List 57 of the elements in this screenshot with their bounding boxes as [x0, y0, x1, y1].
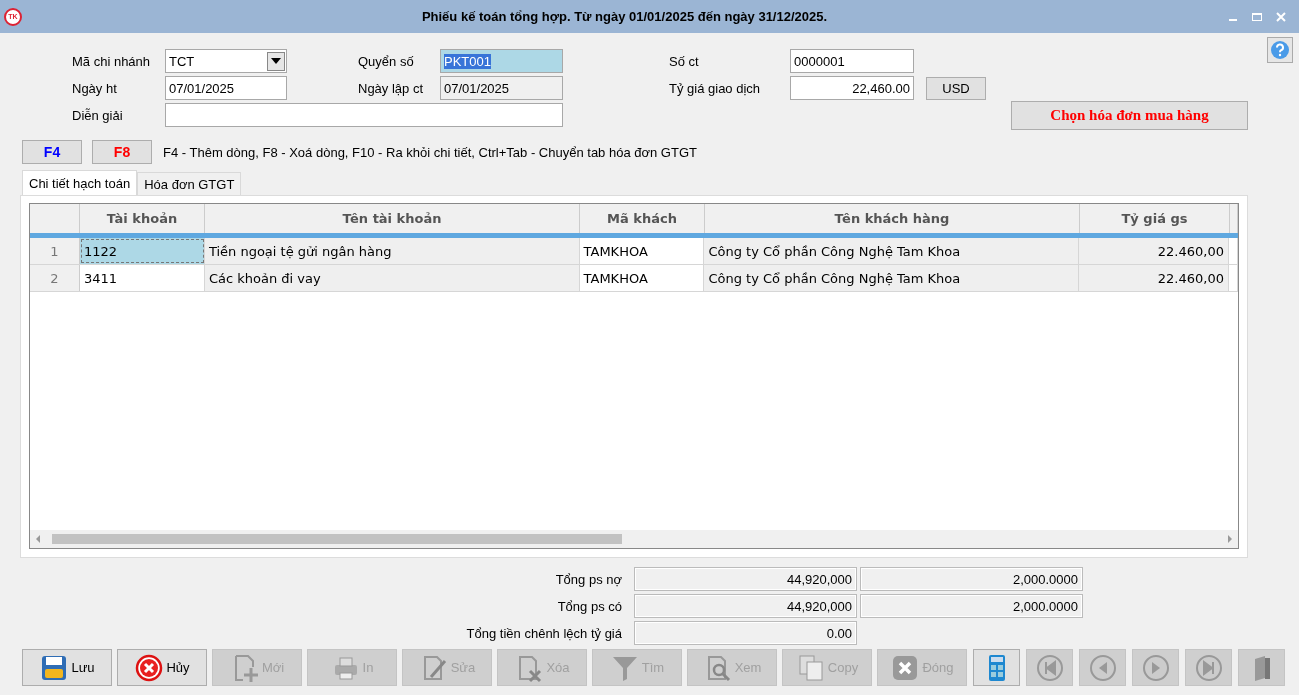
- close-icon[interactable]: [1275, 10, 1287, 23]
- total-label: Tổng ps nợ: [554, 571, 622, 587]
- hotkey-button[interactable]: F4: [22, 140, 82, 164]
- input-field[interactable]: 22,460.00: [790, 76, 914, 100]
- last-record-icon: [1193, 652, 1224, 683]
- cancel-icon: [134, 652, 165, 683]
- input-field[interactable]: 07/01/2025: [440, 76, 563, 100]
- tab[interactable]: Hóa đơn GTGT: [137, 172, 242, 195]
- window-title: Phiếu kế toán tổng hợp. Từ ngày 01/01/2025 đến ngày 31/12/2025.: [420, 9, 829, 24]
- table-cell: Công ty Cổ phần Công Nghệ Tam Khoa: [704, 238, 1080, 264]
- table-cell: Tiền ngoại tệ gửi ngân hàng: [204, 238, 580, 264]
- table-cell: Các khoản đi vay: [204, 265, 580, 291]
- column-header[interactable]: Tỷ giá gs: [1080, 204, 1230, 233]
- field-label: Số ct: [669, 53, 700, 69]
- field-label: Ngày ht: [72, 80, 118, 96]
- total-value: 44,920,000: [634, 594, 857, 618]
- input-field[interactable]: 0000001: [790, 49, 914, 73]
- toolbar-button[interactable]: Lưu: [22, 649, 112, 686]
- total-label: Tổng ps có: [556, 598, 622, 614]
- hotkey-hint: F4 - Thêm dòng, F8 - Xoá dòng, F10 - Ra khỏi chi tiết, Ctrl+Tab - Chuyển tab hóa đơn GTGT: [163, 144, 697, 160]
- input-field[interactable]: 07/01/2025: [165, 76, 287, 100]
- total-label: Tổng tiền chênh lệch tỷ giá: [465, 625, 622, 641]
- scroll-left-icon[interactable]: [34, 534, 42, 544]
- field-label: Tỷ giá giao dịch: [669, 80, 762, 96]
- column-header[interactable]: Tài khoản: [80, 204, 205, 233]
- scroll-thumb[interactable]: [52, 534, 622, 544]
- table-cell: 1122: [80, 238, 205, 264]
- total-value: 2,000.0000: [860, 594, 1083, 618]
- total-value: 2,000.0000: [860, 567, 1083, 591]
- horizontal-scrollbar[interactable]: [30, 530, 1238, 548]
- column-header[interactable]: Tên tài khoản: [205, 204, 580, 233]
- help-icon[interactable]: [1267, 37, 1293, 63]
- tab[interactable]: Chi tiết hạch toán: [22, 170, 138, 195]
- field-label: Quyển số: [358, 53, 415, 69]
- calculator-button[interactable]: [973, 649, 1020, 686]
- column-header[interactable]: Mã khách: [580, 204, 705, 233]
- column-header[interactable]: Tên khách hàng: [705, 204, 1080, 233]
- previous-record-icon: [1087, 652, 1118, 683]
- currency-button[interactable]: USD: [926, 76, 986, 100]
- caret-icon: [271, 58, 281, 64]
- row-number: 2: [30, 265, 80, 291]
- input-field[interactable]: PKT001: [440, 49, 563, 73]
- row-number: 1: [30, 238, 80, 264]
- field-label: Diễn giải: [72, 107, 124, 123]
- total-value: 44,920,000: [634, 567, 857, 591]
- next-record-icon: [1140, 652, 1171, 683]
- table-cell: 22.460,00: [1079, 238, 1229, 264]
- scroll-right-icon[interactable]: [1226, 534, 1234, 544]
- first-record-icon: [1034, 652, 1065, 683]
- toolbar-button[interactable]: Hủy: [117, 649, 207, 686]
- table-cell: Công ty Cổ phần Công Nghệ Tam Khoa: [704, 265, 1080, 291]
- table-cell: 22.460,00: [1079, 265, 1229, 291]
- description-field[interactable]: [165, 103, 563, 127]
- field-label: Ngày lập ct: [358, 80, 425, 96]
- field-label: Mã chi nhánh: [72, 53, 152, 69]
- dropdown-field[interactable]: TCT: [165, 49, 287, 73]
- total-value: 0.00: [634, 621, 857, 645]
